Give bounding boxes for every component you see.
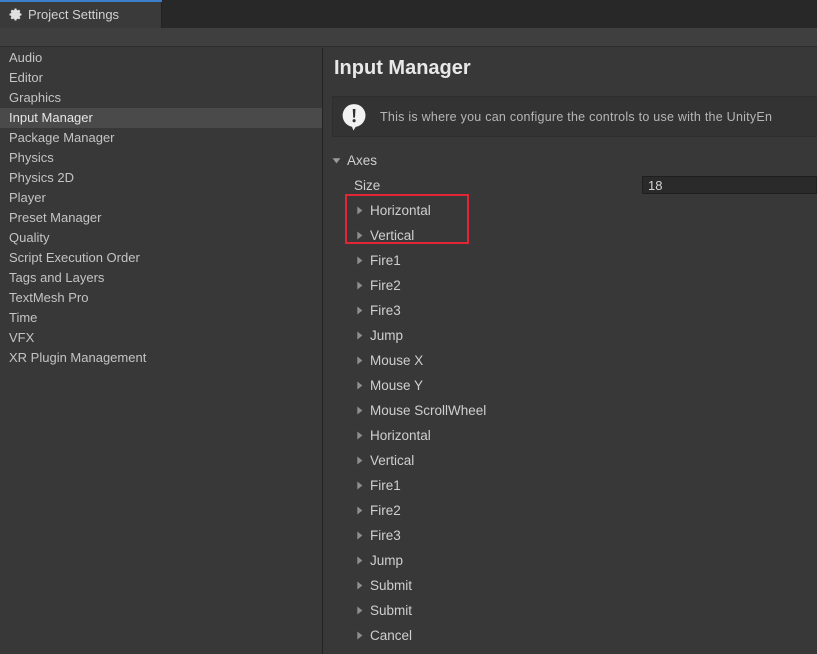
sidebar-item-textmesh-pro[interactable]: TextMesh Pro [0, 288, 322, 308]
axis-label: Mouse X [370, 352, 424, 368]
axis-row[interactable]: Horizontal [324, 198, 817, 223]
axis-row[interactable]: Submit [324, 573, 817, 598]
axis-row[interactable]: Fire1 [324, 248, 817, 273]
sidebar-item-time[interactable]: Time [0, 308, 322, 328]
axis-row[interactable]: Vertical [324, 448, 817, 473]
axis-label: Vertical [370, 452, 415, 468]
chevron-right-icon[interactable] [354, 330, 365, 341]
chevron-right-icon[interactable] [354, 530, 365, 541]
sidebar-item-physics-2d[interactable]: Physics 2D [0, 168, 322, 188]
axes-size-label: Size [354, 177, 381, 193]
axis-row[interactable]: Cancel [324, 623, 817, 648]
axis-row[interactable]: Submit [324, 598, 817, 623]
chevron-right-icon[interactable] [354, 505, 365, 516]
axis-label: Horizontal [370, 202, 431, 218]
sidebar-item-vfx[interactable]: VFX [0, 328, 322, 348]
tab-active-accent [0, 0, 162, 2]
sidebar-item-script-execution-order[interactable]: Script Execution Order [0, 248, 322, 268]
axis-row[interactable]: Jump [324, 548, 817, 573]
axes-size-input[interactable]: 18 [642, 176, 817, 194]
chevron-down-icon[interactable] [331, 155, 342, 166]
info-exclamation-icon [342, 103, 366, 130]
content-area: Audio Editor Graphics Input Manager Pack… [0, 48, 817, 654]
axes-size-row: Size 18 [324, 173, 817, 198]
chevron-right-icon[interactable] [354, 480, 365, 491]
sidebar-item-editor[interactable]: Editor [0, 68, 322, 88]
axes-group-row[interactable]: Axes [324, 148, 817, 173]
axis-label: Mouse ScrollWheel [370, 402, 487, 418]
gear-icon [9, 7, 22, 21]
tab-project-settings[interactable]: Project Settings [0, 0, 162, 28]
axis-row[interactable]: Fire3 [324, 523, 817, 548]
tab-bar: Project Settings [0, 0, 817, 28]
page-title: Input Manager [334, 57, 471, 79]
axis-row[interactable]: Fire2 [324, 498, 817, 523]
tab-label: Project Settings [28, 6, 120, 22]
axis-row[interactable]: Vertical [324, 223, 817, 248]
axis-label: Fire3 [370, 302, 401, 318]
sidebar-item-xr-plugin-management[interactable]: XR Plugin Management [0, 348, 322, 368]
axes-group-label: Axes [347, 152, 378, 168]
sidebar-item-player[interactable]: Player [0, 188, 322, 208]
axis-row[interactable]: Horizontal [324, 423, 817, 448]
axis-label: Fire3 [370, 527, 401, 543]
chevron-right-icon[interactable] [354, 255, 365, 266]
toolbar-strip [0, 28, 817, 47]
chevron-right-icon[interactable] [354, 605, 365, 616]
axis-label: Cancel [370, 627, 413, 643]
axes-tree: Axes Size 18 Horizontal Vertical Fire1 F… [324, 148, 817, 648]
axis-label: Vertical [370, 227, 415, 243]
axis-row[interactable]: Mouse ScrollWheel [324, 398, 817, 423]
chevron-right-icon[interactable] [354, 355, 365, 366]
axis-row[interactable]: Mouse X [324, 348, 817, 373]
axis-label: Fire2 [370, 277, 401, 293]
chevron-right-icon[interactable] [354, 430, 365, 441]
settings-sidebar[interactable]: Audio Editor Graphics Input Manager Pack… [0, 48, 323, 654]
help-box: This is where you can configure the cont… [332, 96, 817, 137]
input-manager-panel: Input Manager This is where you can conf… [324, 48, 817, 654]
axes-size-value: 18 [648, 177, 663, 193]
sidebar-item-preset-manager[interactable]: Preset Manager [0, 208, 322, 228]
sidebar-item-audio[interactable]: Audio [0, 48, 322, 68]
sidebar-item-tags-and-layers[interactable]: Tags and Layers [0, 268, 322, 288]
axis-label: Submit [370, 602, 413, 618]
chevron-right-icon[interactable] [354, 305, 365, 316]
chevron-right-icon[interactable] [354, 280, 365, 291]
sidebar-item-package-manager[interactable]: Package Manager [0, 128, 322, 148]
chevron-right-icon[interactable] [354, 580, 365, 591]
sidebar-item-input-manager[interactable]: Input Manager [0, 108, 322, 128]
chevron-right-icon[interactable] [354, 405, 365, 416]
axis-label: Horizontal [370, 427, 431, 443]
axis-label: Mouse Y [370, 377, 424, 393]
chevron-right-icon[interactable] [354, 455, 365, 466]
sidebar-item-physics[interactable]: Physics [0, 148, 322, 168]
axis-label: Submit [370, 577, 413, 593]
project-settings-window: Project Settings Audio Editor Graphics I… [0, 0, 817, 654]
sidebar-item-graphics[interactable]: Graphics [0, 88, 322, 108]
axis-label: Fire1 [370, 477, 401, 493]
chevron-right-icon[interactable] [354, 205, 365, 216]
chevron-right-icon[interactable] [354, 380, 365, 391]
axis-row[interactable]: Fire3 [324, 298, 817, 323]
chevron-right-icon[interactable] [354, 230, 365, 241]
help-box-text: This is where you can configure the cont… [380, 109, 773, 124]
axis-row[interactable]: Fire2 [324, 273, 817, 298]
sidebar-item-quality[interactable]: Quality [0, 228, 322, 248]
axis-label: Fire1 [370, 252, 401, 268]
chevron-right-icon[interactable] [354, 630, 365, 641]
chevron-right-icon[interactable] [354, 555, 365, 566]
axis-label: Jump [370, 327, 404, 343]
axis-row[interactable]: Mouse Y [324, 373, 817, 398]
axis-label: Jump [370, 552, 404, 568]
axis-label: Fire2 [370, 502, 401, 518]
axis-row[interactable]: Fire1 [324, 473, 817, 498]
axis-row[interactable]: Jump [324, 323, 817, 348]
